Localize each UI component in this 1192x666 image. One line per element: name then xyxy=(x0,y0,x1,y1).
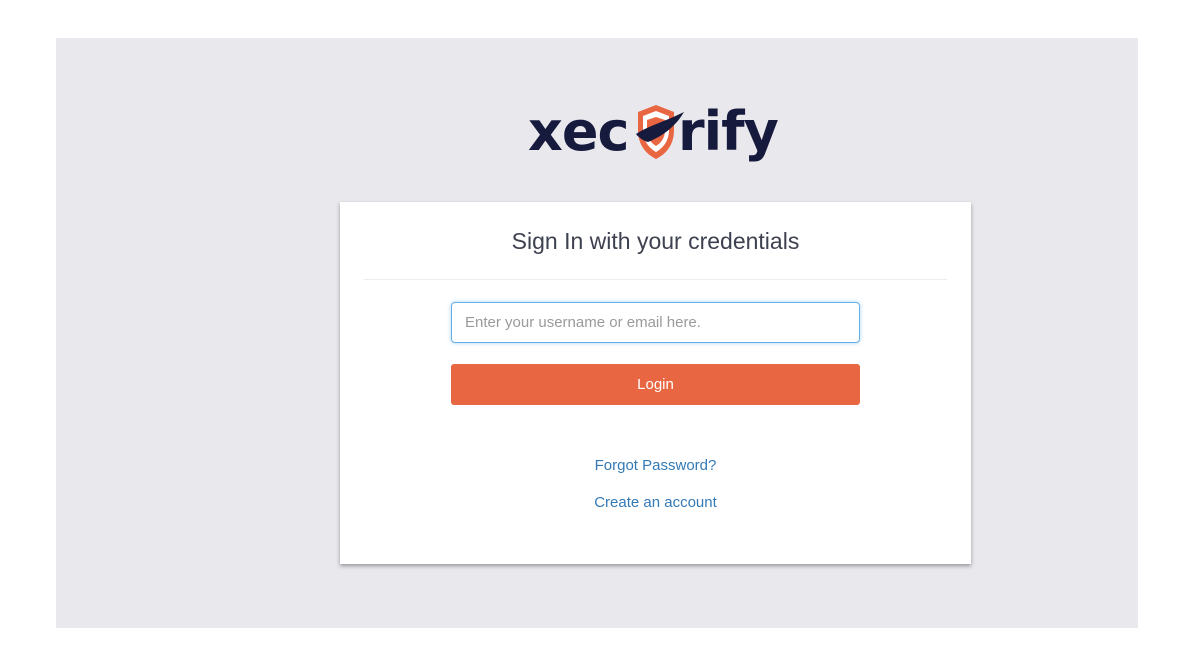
logo-text-right: rify xyxy=(678,100,779,163)
divider xyxy=(364,279,947,280)
create-account-link[interactable]: Create an account xyxy=(594,494,717,511)
page-background: xec rify Sign In with your credentials L… xyxy=(56,38,1138,628)
signin-card: Sign In with your credentials Login Forg… xyxy=(340,202,971,564)
logo-text-left: xec xyxy=(528,100,628,163)
forgot-password-link[interactable]: Forgot Password? xyxy=(595,457,717,474)
signin-title: Sign In with your credentials xyxy=(511,228,800,254)
xecurify-logo: xec rify xyxy=(528,100,780,163)
login-button[interactable]: Login xyxy=(451,364,860,405)
forgot-password-row: Forgot Password? xyxy=(340,457,971,474)
create-account-row: Create an account xyxy=(340,494,971,511)
shield-icon xyxy=(636,105,684,159)
username-input[interactable] xyxy=(451,302,860,343)
